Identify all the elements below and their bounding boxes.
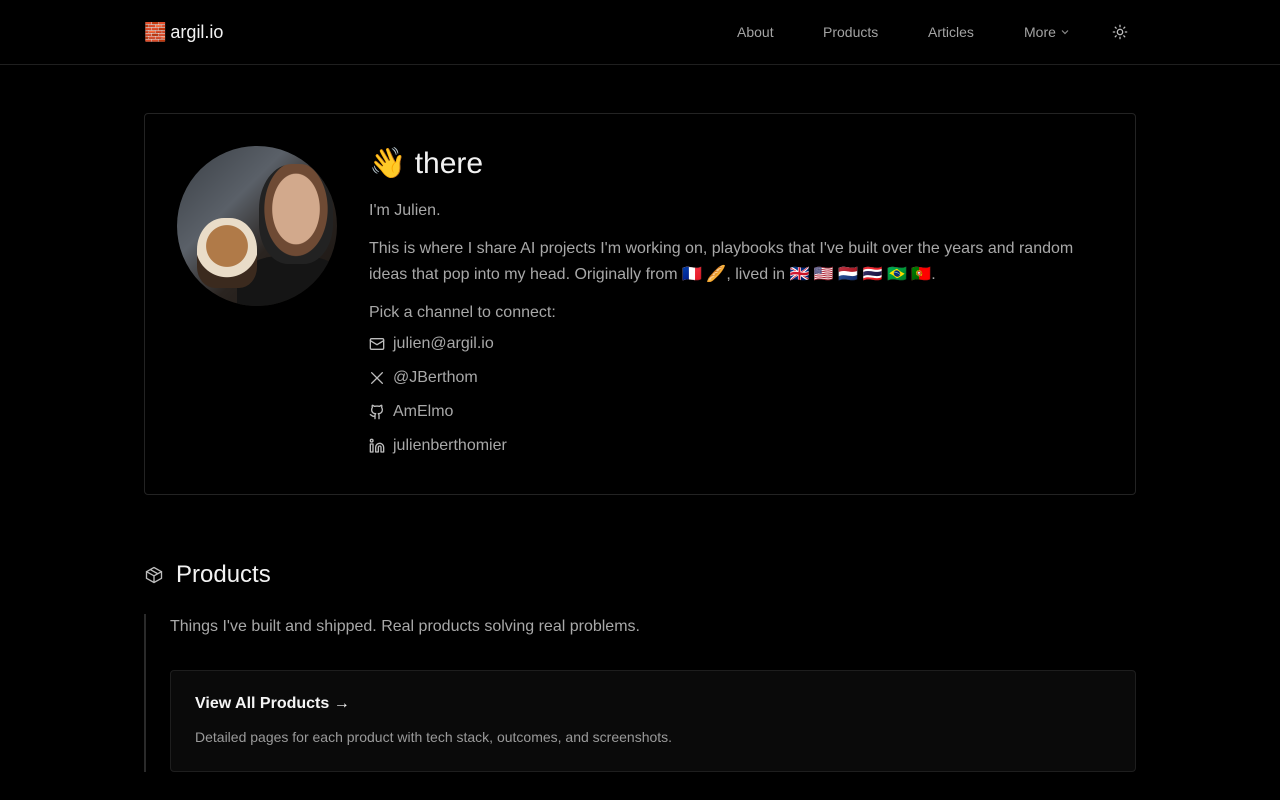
channel-linkedin[interactable]: julienberthomier <box>369 436 507 456</box>
nav-more[interactable]: More <box>1024 22 1070 42</box>
chevron-down-icon <box>1061 30 1069 35</box>
greeting-heading: 👋 there <box>369 147 484 180</box>
products-section-title: Products <box>144 560 271 590</box>
pick-channel-label: Pick a channel to connect: <box>369 304 556 321</box>
channel-email[interactable]: julien@argil.io <box>369 334 507 354</box>
view-all-products-subtitle: Detailed pages for each product with tec… <box>195 729 673 745</box>
channel-list: julien@argil.io @JBerthom AmElmo julienb… <box>369 334 507 470</box>
site-header: 🧱 argil.io About Products Articles More <box>0 0 1280 65</box>
products-description: Things I've built and shipped. Real prod… <box>170 618 640 635</box>
box-icon <box>145 566 163 584</box>
channel-x[interactable]: @JBerthom <box>369 368 507 388</box>
nav-products[interactable]: Products <box>823 22 878 42</box>
channel-label: julienberthomier <box>393 437 507 454</box>
x-icon <box>371 372 383 384</box>
mail-icon <box>369 338 385 350</box>
view-all-products-link[interactable]: View All Products → <box>195 695 350 713</box>
channel-label: julien@argil.io <box>393 335 494 352</box>
products-heading: Products <box>176 561 271 588</box>
avatar <box>177 146 337 306</box>
intro-description: This is where I share AI projects I'm wo… <box>369 240 1074 283</box>
theme-toggle-button[interactable] <box>1110 22 1130 42</box>
sun-icon <box>1112 24 1128 40</box>
main-nav: About Products Articles More <box>0 22 1280 42</box>
channel-github[interactable]: AmElmo <box>369 402 507 422</box>
view-all-products-card[interactable]: View All Products → Detailed pages for e… <box>170 670 1136 772</box>
nav-about[interactable]: About <box>737 22 774 42</box>
channel-label: @JBerthom <box>393 369 478 386</box>
github-icon <box>369 404 384 420</box>
intro-name: I'm Julien. <box>369 202 441 219</box>
channel-label: AmElmo <box>393 403 454 420</box>
intro-card: 👋 there I'm Julien. This is where I shar… <box>144 113 1136 495</box>
intro-content: 👋 there I'm Julien. This is where I shar… <box>369 144 1109 454</box>
linkedin-icon <box>369 438 385 453</box>
nav-articles[interactable]: Articles <box>928 22 974 42</box>
nav-more-label: More <box>1024 24 1056 40</box>
products-section: Things I've built and shipped. Real prod… <box>144 614 1136 772</box>
